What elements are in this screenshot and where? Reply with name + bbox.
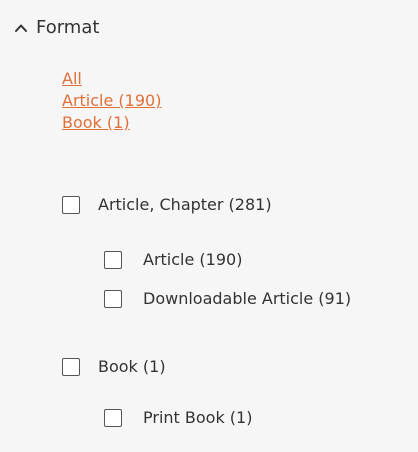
quick-filter-links: All Article (190) Book (1) xyxy=(62,68,161,134)
option-label: Article (190) xyxy=(143,250,243,269)
filter-link-article[interactable]: Article (190) xyxy=(62,90,161,112)
option-label: Downloadable Article (91) xyxy=(143,289,352,308)
checkbox-book[interactable] xyxy=(62,357,80,376)
checkbox-downloadable-article[interactable] xyxy=(104,289,122,308)
option-label: Article, Chapter (281) xyxy=(98,195,272,214)
format-facet-header[interactable]: Format xyxy=(14,14,99,42)
checkbox-article-chapter[interactable] xyxy=(62,195,80,214)
filter-link-book[interactable]: Book (1) xyxy=(62,112,161,134)
facet-title: Format xyxy=(36,17,100,38)
option-label: Print Book (1) xyxy=(143,408,253,427)
chevron-up-icon[interactable] xyxy=(14,21,28,35)
option-article[interactable]: Article (190) xyxy=(104,250,242,269)
checkbox-print-book[interactable] xyxy=(104,408,122,427)
option-print-book[interactable]: Print Book (1) xyxy=(104,408,252,427)
option-article-chapter[interactable]: Article, Chapter (281) xyxy=(62,195,272,214)
option-book[interactable]: Book (1) xyxy=(62,357,166,376)
checkbox-article[interactable] xyxy=(104,250,122,269)
option-downloadable-article[interactable]: Downloadable Article (91) xyxy=(104,289,351,308)
option-label: Book (1) xyxy=(98,357,166,376)
filter-link-all[interactable]: All xyxy=(62,68,161,90)
format-facet-panel: Format All Article (190) Book (1) Articl… xyxy=(0,0,418,452)
